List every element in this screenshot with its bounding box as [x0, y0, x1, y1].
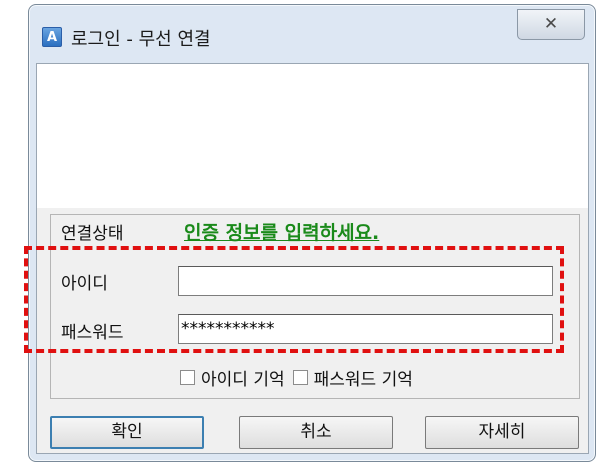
title-bar[interactable]: A 로그인 - 무선 연결 ✕ — [29, 5, 595, 61]
dialog-client-area: 연결상태 인증 정보를 입력하세요. 아이디 패스워드 *********** … — [24, 63, 589, 454]
id-input[interactable] — [178, 266, 553, 296]
cancel-button[interactable]: 취소 — [239, 416, 393, 449]
connection-status-message: 인증 정보를 입력하세요. — [184, 222, 380, 244]
remember-id-label[interactable]: 아이디 기억 — [201, 365, 285, 390]
remember-id-checkbox[interactable] — [180, 370, 195, 385]
close-button[interactable]: ✕ — [517, 9, 585, 40]
password-input[interactable]: *********** — [178, 314, 553, 344]
close-icon: ✕ — [543, 14, 559, 34]
login-form: 연결상태 인증 정보를 입력하세요. 아이디 패스워드 *********** … — [37, 208, 588, 453]
password-label: 패스워드 — [61, 323, 124, 343]
banner-area — [37, 64, 588, 208]
login-dialog-window: A 로그인 - 무선 연결 ✕ 연결상태 인증 정보를 입력하세요. 아이디 패… — [24, 4, 596, 462]
ok-button[interactable]: 확인 — [50, 416, 204, 449]
remember-password-checkbox[interactable] — [292, 370, 308, 385]
connection-status-label: 연결상태 — [61, 224, 124, 244]
window-title: 로그인 - 무선 연결 — [71, 29, 211, 50]
remember-password-label[interactable]: 패스워드 기억 — [314, 365, 413, 390]
id-label: 아이디 — [61, 274, 108, 294]
remember-options: 아이디 기억 패스워드 기억 — [180, 365, 421, 390]
details-button[interactable]: 자세히 — [425, 416, 579, 449]
app-icon: A — [42, 27, 62, 47]
